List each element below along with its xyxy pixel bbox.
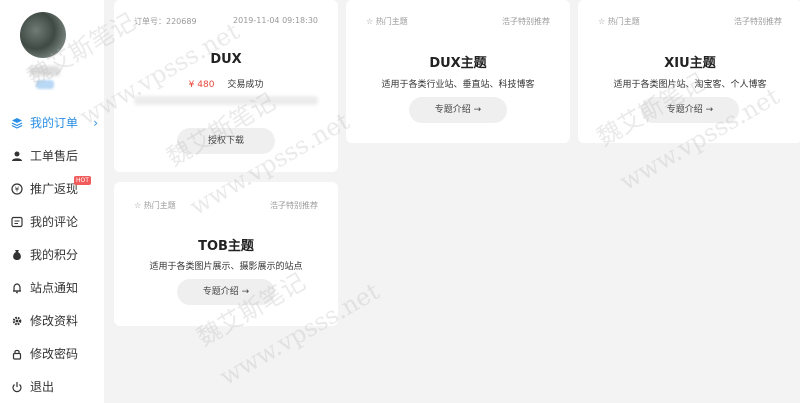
- menu-item-referral[interactable]: ¥ 推广返现 HOT: [0, 172, 104, 205]
- gear-icon: [10, 314, 24, 328]
- order-price-status: ¥ 480 交易成功: [114, 77, 338, 90]
- order-number: 订单号：220689: [134, 17, 197, 26]
- hot-theme-tag: ☆ 热门主题: [134, 201, 176, 210]
- recommend-tag: 浩子特别推荐: [502, 17, 550, 26]
- menu-item-label: 修改资料: [30, 314, 79, 328]
- order-datetime: 2019-11-04 09:18:30: [233, 16, 318, 25]
- theme-title: DUX主题: [429, 56, 487, 71]
- menu-item-label: 我的评论: [30, 215, 79, 229]
- menu-item-points[interactable]: 我的积分: [0, 238, 104, 271]
- theme-card-xiu: ☆ 热门主题 浩子特别推荐 XIU主题 适用于各类图片站、淘宝客、个人博客 专题…: [578, 0, 800, 143]
- vip-badge-blurred: [36, 80, 54, 89]
- theme-description: 适用于各类图片站、淘宝客、个人博客: [613, 80, 767, 90]
- menu-item-label: 站点通知: [30, 281, 79, 295]
- bell-icon: [10, 281, 24, 295]
- menu-item-profile[interactable]: 修改资料: [0, 304, 104, 337]
- theme-card-tob: ☆ 热门主题 浩子特别推荐 TOB主题 适用于各类图片展示、摄影展示的站点 专题…: [114, 182, 338, 326]
- hot-theme-tag: ☆ 热门主题: [598, 17, 640, 26]
- menu-item-logout[interactable]: 退出: [0, 370, 104, 403]
- menu-item-notices[interactable]: 站点通知: [0, 271, 104, 304]
- menu-item-password[interactable]: 修改密码: [0, 337, 104, 370]
- sidebar: 我的订单 › 工单售后 ¥ 推广返现 HOT 我的评论 我的积分 站点通知 修改…: [0, 0, 104, 403]
- money-bag-icon: [10, 248, 24, 262]
- power-icon: [10, 380, 24, 394]
- recommend-tag: 浩子特别推荐: [734, 17, 782, 26]
- menu-item-label: 我的积分: [30, 248, 79, 262]
- menu-item-comments[interactable]: 我的评论: [0, 205, 104, 238]
- theme-intro-button[interactable]: 专题介绍 →: [641, 97, 739, 123]
- theme-title: XIU主题: [664, 56, 716, 71]
- menu-item-label: 我的订单: [30, 116, 79, 130]
- menu-item-label: 工单售后: [30, 149, 79, 163]
- coin-icon: ¥: [10, 182, 24, 196]
- theme-card-dux: ☆ 热门主题 浩子特别推荐 DUX主题 适用于各类行业站、垂直站、科技博客 专题…: [346, 0, 570, 143]
- license-key-blurred: [134, 96, 318, 105]
- order-card: 订单号：220689 2019-11-04 09:18:30 DUX ¥ 480…: [114, 0, 338, 172]
- comment-icon: [10, 215, 24, 229]
- hot-badge: HOT: [74, 176, 91, 185]
- order-price: ¥ 480: [188, 80, 215, 90]
- theme-intro-button[interactable]: 专题介绍 →: [177, 279, 275, 305]
- user-support-icon: [10, 149, 24, 163]
- menu-item-label: 推广返现: [30, 182, 79, 196]
- avatar[interactable]: [20, 12, 66, 58]
- license-download-button[interactable]: 授权下载: [177, 128, 275, 154]
- user-menu: 我的订单 › 工单售后 ¥ 推广返现 HOT 我的评论 我的积分 站点通知 修改…: [0, 106, 104, 403]
- menu-item-label: 修改密码: [30, 347, 79, 361]
- layers-icon: [10, 116, 24, 130]
- theme-description: 适用于各类行业站、垂直站、科技博客: [381, 80, 535, 90]
- recommend-tag: 浩子特别推荐: [270, 201, 318, 210]
- menu-item-support[interactable]: 工单售后: [0, 139, 104, 172]
- theme-title: TOB主题: [198, 239, 254, 254]
- lock-icon: [10, 347, 24, 361]
- theme-description: 适用于各类图片展示、摄影展示的站点: [149, 262, 303, 272]
- order-product-title: DUX: [210, 52, 242, 67]
- username-blurred: [30, 66, 60, 76]
- menu-item-orders[interactable]: 我的订单 ›: [0, 106, 104, 139]
- hot-theme-tag: ☆ 热门主题: [366, 17, 408, 26]
- menu-item-label: 退出: [30, 380, 55, 394]
- chevron-right-icon: ›: [93, 116, 98, 130]
- theme-intro-button[interactable]: 专题介绍 →: [409, 97, 507, 123]
- svg-text:¥: ¥: [15, 185, 20, 193]
- order-status: 交易成功: [227, 80, 264, 90]
